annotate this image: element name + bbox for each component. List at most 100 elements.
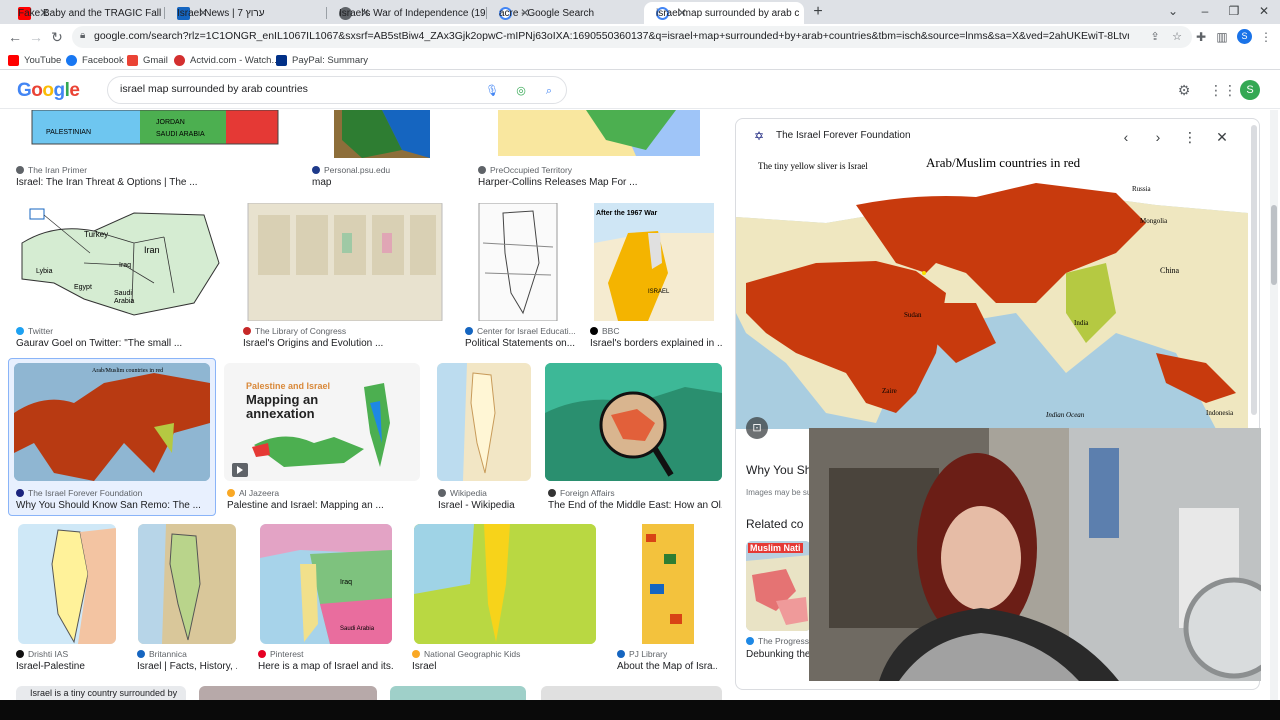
tab-current-search[interactable]: israel map surrounded by arab c ✕	[644, 2, 804, 24]
taskbar-strip	[0, 700, 1280, 720]
related-thumb[interactable]: Muslim Nati	[746, 541, 811, 631]
result-thumb[interactable]	[242, 203, 447, 321]
apps-grid-icon[interactable]: ⋮⋮	[1209, 82, 1237, 98]
result-title[interactable]: The End of the Middle East: How an Ol...	[548, 500, 722, 511]
preview-image[interactable]: The tiny yellow sliver is Israel Arab/Mu…	[736, 153, 1248, 429]
bookmark-star-icon[interactable]: ☆	[1169, 29, 1185, 45]
result-thumb[interactable]	[312, 110, 460, 158]
result-source: PreOccupied Territory	[478, 165, 572, 175]
result-thumb[interactable]	[545, 363, 722, 481]
result-thumb[interactable]: Israel is a tiny country surrounded by	[16, 686, 186, 700]
extensions-icon[interactable]: ✚	[1193, 29, 1209, 45]
webcam-overlay	[809, 428, 1261, 681]
close-window-icon[interactable]: ✕	[1254, 2, 1274, 20]
previous-icon[interactable]: ‹	[1116, 127, 1136, 147]
result-thumb[interactable]	[463, 203, 573, 321]
result-source: Foreign Affairs	[548, 488, 615, 498]
lens-search-icon[interactable]: ⊡	[746, 417, 768, 439]
close-preview-icon[interactable]: ✕	[1212, 127, 1232, 147]
result-thumb[interactable]: PALESTINIAN JORDAN SAUDI ARABIA	[16, 110, 296, 158]
result-thumb[interactable]: Palestine and Israel Mapping an annexati…	[224, 363, 420, 481]
result-thumb[interactable]: Turkey Iran Iraq Lybia Egypt Saudi Arabi…	[14, 203, 226, 321]
result-title[interactable]: Harper-Collins Releases Map For ...	[478, 177, 718, 188]
menu-icon[interactable]: ⋮	[1258, 29, 1274, 45]
britannica-icon	[137, 650, 145, 658]
tab-search-icon[interactable]: ⌄	[1163, 2, 1183, 20]
result-title[interactable]: Israel - Wikipedia	[438, 500, 538, 511]
tab-acre-search[interactable]: acre - Google Search ✕	[487, 2, 643, 24]
search-icon[interactable]: ⌕	[541, 83, 557, 99]
bookmark-actvid[interactable]: Actvid.com - Watch...	[174, 53, 279, 67]
lens-icon[interactable]: ◎	[513, 83, 529, 99]
next-icon[interactable]: ›	[1148, 127, 1168, 147]
url-text[interactable]: google.com/search?rlz=1C1ONGR_enIL1067IL…	[94, 30, 1129, 42]
bookmark-label: Gmail	[143, 54, 168, 66]
user-avatar[interactable]: S	[1240, 80, 1260, 100]
bookmark-facebook[interactable]: Facebook	[66, 53, 124, 67]
result-thumb[interactable]: After the 1967 War ISRAEL	[588, 203, 720, 321]
page-scrollbar[interactable]	[1270, 110, 1278, 700]
tab-youtube[interactable]: Fake Baby and the TRAGIC Fall o ✕	[6, 2, 162, 24]
lock-icon: 🔒︎	[80, 30, 86, 41]
result-title[interactable]: About the Map of Isra...	[617, 661, 717, 672]
preview-source[interactable]: The Israel Forever Foundation	[776, 130, 911, 141]
share-icon[interactable]: ⇪	[1147, 29, 1163, 45]
back-icon[interactable]: ←	[6, 28, 24, 46]
search-input[interactable]	[120, 83, 480, 95]
search-box[interactable]: 🎙︎ ◎ ⌕	[107, 76, 567, 104]
more-options-icon[interactable]: ⋮	[1180, 127, 1200, 147]
result-title[interactable]: Israel | Facts, History, ...	[137, 661, 237, 672]
result-title[interactable]: Why You Should Know San Remo: The ...	[16, 500, 212, 511]
restore-icon[interactable]: ❐	[1224, 2, 1244, 20]
result-thumb[interactable]: Iraq Saudi Arabia	[260, 524, 392, 644]
result-thumb[interactable]	[437, 363, 531, 481]
voice-search-icon[interactable]: 🎙︎	[484, 83, 500, 99]
bookmark-gmail[interactable]: Gmail	[127, 53, 168, 67]
tab-war-of-independence[interactable]: Israel's War of Independence (19 ✕	[327, 2, 485, 24]
result-thumb[interactable]	[614, 524, 722, 644]
result-title[interactable]: Israel's borders explained in ...	[590, 338, 722, 349]
result-thumb[interactable]	[390, 686, 526, 700]
page-scrollbar-thumb[interactable]	[1271, 205, 1277, 285]
bbc-borders-map-thumb: After the 1967 War ISRAEL	[594, 203, 714, 321]
preview-title[interactable]: Why You Sh	[746, 463, 811, 477]
bookmark-paypal[interactable]: PayPal: Summary	[276, 53, 368, 67]
result-title[interactable]: Israel's Origins and Evolution ...	[243, 338, 453, 349]
forward-icon[interactable]: →	[27, 28, 45, 46]
bbc-heading: After the 1967 War	[596, 210, 657, 217]
result-title[interactable]: map	[312, 177, 452, 188]
reload-icon[interactable]: ↻	[48, 28, 66, 46]
wikipedia-icon	[438, 489, 446, 497]
result-title[interactable]: Israel-Palestine	[16, 661, 126, 672]
result-thumb[interactable]	[18, 524, 116, 644]
result-source: The Israel Forever Foundation	[16, 488, 142, 498]
wikipedia-israel-map-thumb	[437, 363, 531, 481]
side-panel-icon[interactable]: ▥	[1214, 29, 1230, 45]
svg-text:Indian Ocean: Indian Ocean	[1045, 411, 1085, 419]
result-thumb[interactable]	[199, 686, 377, 700]
new-tab-button[interactable]: +	[810, 3, 826, 21]
settings-gear-icon[interactable]: ⚙	[1176, 82, 1192, 98]
result-title[interactable]: Here is a map of Israel and its...	[258, 661, 394, 672]
result-source: Twitter	[16, 326, 53, 336]
result-title[interactable]: Gaurav Goel on Twitter: "The small ...	[16, 338, 226, 349]
map-thumb	[334, 110, 430, 158]
related-title[interactable]: Debunking the	[746, 649, 811, 660]
result-title[interactable]: Israel	[412, 661, 592, 672]
profile-avatar[interactable]: S	[1237, 29, 1252, 44]
result-title[interactable]: Israel: The Iran Threat & Options | The …	[16, 177, 296, 188]
result-thumb[interactable]	[138, 524, 236, 644]
result-thumb[interactable]	[414, 524, 596, 644]
aljazeera-heading: Palestine and Israel	[246, 381, 331, 391]
preview-scrollbar[interactable]	[1250, 119, 1258, 419]
address-bar[interactable]: 🔒︎ google.com/search?rlz=1C1ONGR_enIL106…	[72, 26, 1192, 48]
result-title[interactable]: Palestine and Israel: Mapping an ...	[227, 500, 423, 511]
result-thumb[interactable]	[476, 110, 722, 158]
result-thumb[interactable]: Arab/Muslim countries in red	[14, 363, 210, 481]
result-thumb[interactable]	[541, 686, 722, 700]
result-title[interactable]: Political Statements on...	[465, 338, 580, 349]
minimize-icon[interactable]: –	[1195, 2, 1215, 20]
google-logo[interactable]: Google	[17, 80, 80, 102]
bookmark-youtube[interactable]: YouTube	[8, 53, 61, 67]
tab-israel-news[interactable]: Israel News | 7 ערוץ ✕	[165, 2, 325, 24]
